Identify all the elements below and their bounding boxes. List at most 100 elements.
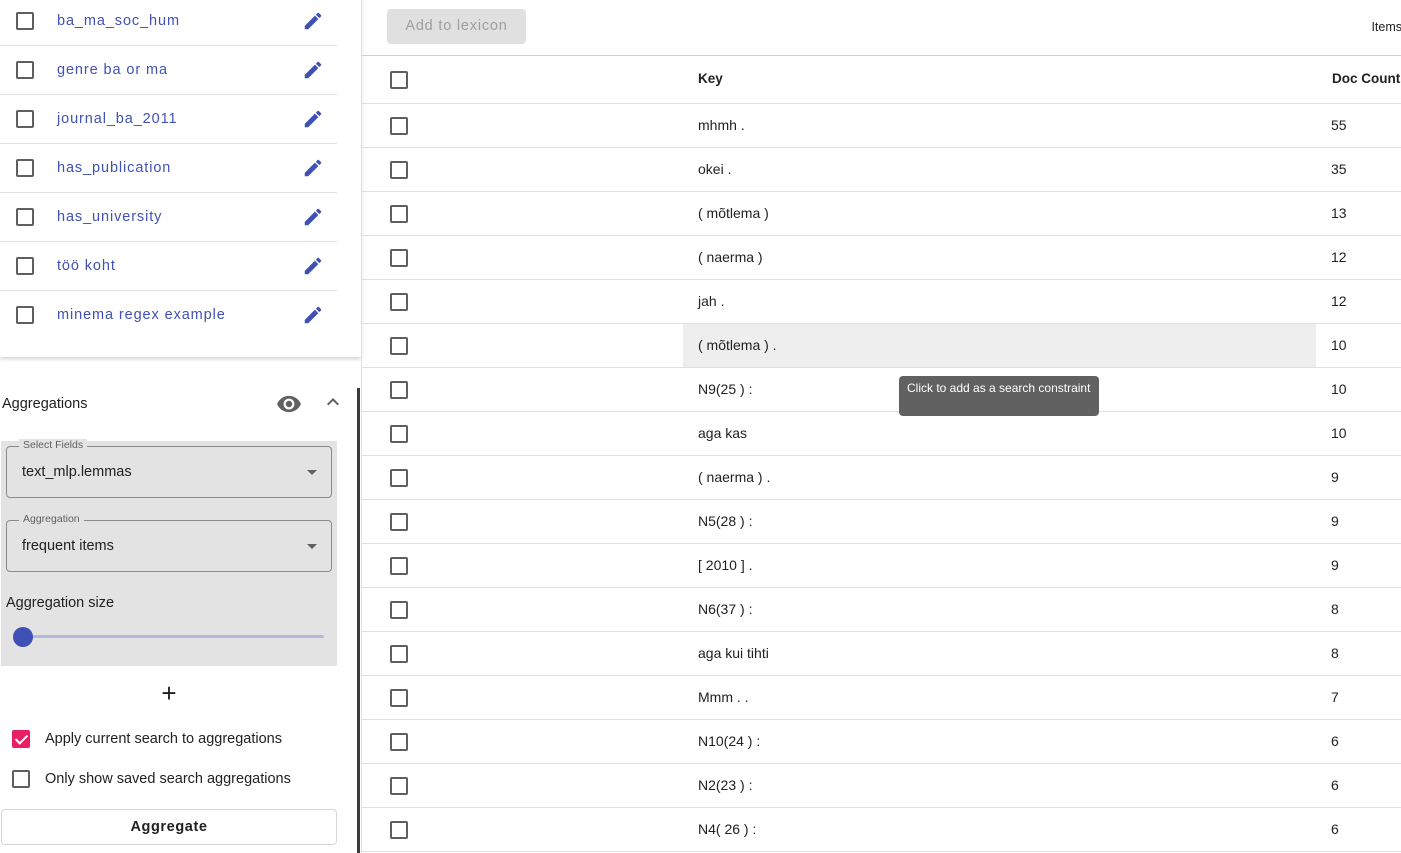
- row-checkbox[interactable]: [390, 513, 408, 531]
- key-cell[interactable]: ( naerma ) .: [683, 456, 1316, 499]
- row-checkbox[interactable]: [390, 645, 408, 663]
- edit-icon[interactable]: [302, 255, 324, 277]
- key-text[interactable]: ( mõtlema ) .: [698, 337, 777, 353]
- chevron-up-icon[interactable]: [321, 390, 345, 414]
- key-text[interactable]: Mmm . .: [698, 689, 749, 705]
- select-fields-dropdown[interactable]: Select Fields text_mlp.lemmas: [6, 439, 332, 498]
- add-aggregation-button[interactable]: +: [158, 680, 180, 706]
- key-cell[interactable]: [ 2010 ] .: [683, 544, 1316, 587]
- table-row[interactable]: N6(37 ) : 8: [362, 588, 1401, 632]
- row-checkbox[interactable]: [390, 601, 408, 619]
- saved-search-label[interactable]: minema regex example: [57, 307, 226, 323]
- aggregation-type-dropdown[interactable]: Aggregation frequent items: [6, 513, 332, 572]
- apply-current-search-label[interactable]: Apply current search to aggregations: [45, 731, 282, 747]
- row-checkbox[interactable]: [390, 777, 408, 795]
- key-text[interactable]: okei .: [698, 161, 731, 177]
- table-row[interactable]: mhmh . 55: [362, 104, 1401, 148]
- only-saved-search-checkbox[interactable]: [12, 770, 30, 788]
- only-saved-search-label[interactable]: Only show saved search aggregations: [45, 771, 291, 787]
- key-cell[interactable]: Mmm . .: [683, 676, 1316, 719]
- saved-search-checkbox[interactable]: [16, 257, 34, 275]
- column-header-key[interactable]: Key: [698, 71, 723, 86]
- table-row[interactable]: N2(23 ) : 6: [362, 764, 1401, 808]
- aggregation-type-value[interactable]: frequent items: [22, 538, 114, 554]
- edit-icon[interactable]: [302, 108, 324, 130]
- left-panel-scrollbar[interactable]: [357, 388, 360, 853]
- saved-search-checkbox[interactable]: [16, 61, 34, 79]
- table-row[interactable]: N5(28 ) : 9: [362, 500, 1401, 544]
- row-checkbox[interactable]: [390, 821, 408, 839]
- table-row[interactable]: ( naerma ) . 9: [362, 456, 1401, 500]
- key-text[interactable]: [ 2010 ] .: [698, 557, 752, 573]
- table-row[interactable]: [ 2010 ] . 9: [362, 544, 1401, 588]
- row-checkbox[interactable]: [390, 117, 408, 135]
- key-text[interactable]: jah .: [698, 293, 724, 309]
- key-text[interactable]: aga kas: [698, 425, 747, 441]
- key-cell[interactable]: N6(37 ) :: [683, 588, 1316, 631]
- key-cell[interactable]: aga kui tihti: [683, 632, 1316, 675]
- edit-icon[interactable]: [302, 157, 324, 179]
- saved-search-label[interactable]: has_publication: [57, 160, 171, 176]
- key-cell[interactable]: N2(23 ) :: [683, 764, 1316, 807]
- row-checkbox[interactable]: [390, 293, 408, 311]
- key-cell[interactable]: mhmh .: [683, 104, 1316, 147]
- aggregate-button[interactable]: Aggregate: [1, 809, 337, 845]
- row-checkbox[interactable]: [390, 337, 408, 355]
- key-text[interactable]: N10(24 ) :: [698, 733, 760, 749]
- table-row[interactable]: aga kui tihti 8: [362, 632, 1401, 676]
- row-checkbox[interactable]: [390, 733, 408, 751]
- saved-search-checkbox[interactable]: [16, 306, 34, 324]
- row-checkbox[interactable]: [390, 205, 408, 223]
- table-row[interactable]: okei . 35: [362, 148, 1401, 192]
- key-text[interactable]: ( naerma ) .: [698, 469, 770, 485]
- dropdown-arrow-icon[interactable]: [307, 544, 317, 549]
- row-checkbox[interactable]: [390, 557, 408, 575]
- aggregation-size-slider[interactable]: [17, 635, 324, 638]
- key-cell[interactable]: N4( 26 ) :: [683, 808, 1316, 851]
- row-checkbox[interactable]: [390, 381, 408, 399]
- table-row[interactable]: N9(25 ) : 10: [362, 368, 1401, 412]
- select-all-checkbox[interactable]: [390, 71, 408, 89]
- table-row[interactable]: N4( 26 ) : 6: [362, 808, 1401, 852]
- key-text[interactable]: mhmh .: [698, 117, 745, 133]
- table-row[interactable]: ( mõtlema ) 13: [362, 192, 1401, 236]
- saved-search-item[interactable]: journal_ba_2011: [0, 95, 337, 144]
- table-row[interactable]: N10(24 ) : 6: [362, 720, 1401, 764]
- saved-search-label[interactable]: has_university: [57, 209, 162, 225]
- apply-current-search-checkbox[interactable]: [12, 730, 30, 748]
- row-checkbox[interactable]: [390, 161, 408, 179]
- key-text[interactable]: ( mõtlema ): [698, 205, 769, 221]
- edit-icon[interactable]: [302, 304, 324, 326]
- key-cell[interactable]: ( naerma ): [683, 236, 1316, 279]
- key-cell[interactable]: N5(28 ) :: [683, 500, 1316, 543]
- key-cell[interactable]: N10(24 ) :: [683, 720, 1316, 763]
- eye-icon[interactable]: [276, 391, 302, 417]
- select-fields-value[interactable]: text_mlp.lemmas: [22, 464, 132, 480]
- table-row[interactable]: jah . 12: [362, 280, 1401, 324]
- edit-icon[interactable]: [302, 59, 324, 81]
- saved-search-label[interactable]: genre ba or ma: [57, 62, 168, 78]
- edit-icon[interactable]: [302, 206, 324, 228]
- key-text[interactable]: aga kui tihti: [698, 645, 769, 661]
- saved-search-item[interactable]: genre ba or ma: [0, 46, 337, 95]
- key-text[interactable]: ( naerma ): [698, 249, 763, 265]
- column-header-doc-count[interactable]: Doc Count: [1332, 71, 1400, 86]
- row-checkbox[interactable]: [390, 689, 408, 707]
- table-row[interactable]: aga kas 10: [362, 412, 1401, 456]
- key-text[interactable]: N5(28 ) :: [698, 513, 752, 529]
- saved-search-label[interactable]: töö koht: [57, 258, 116, 274]
- key-text[interactable]: N6(37 ) :: [698, 601, 752, 617]
- key-cell[interactable]: aga kas: [683, 412, 1316, 455]
- row-checkbox[interactable]: [390, 249, 408, 267]
- key-text[interactable]: N4( 26 ) :: [698, 821, 756, 837]
- saved-search-item[interactable]: has_university: [0, 193, 337, 242]
- saved-search-label[interactable]: journal_ba_2011: [57, 111, 177, 127]
- key-text[interactable]: N2(23 ) :: [698, 777, 752, 793]
- table-row[interactable]: Mmm . . 7: [362, 676, 1401, 720]
- key-cell[interactable]: ( mõtlema ) .: [683, 324, 1316, 367]
- key-text[interactable]: N9(25 ) :: [698, 381, 752, 397]
- add-to-lexicon-button[interactable]: Add to lexicon: [387, 9, 526, 44]
- saved-search-label[interactable]: ba_ma_soc_hum: [57, 13, 180, 29]
- saved-search-item[interactable]: töö koht: [0, 242, 337, 291]
- saved-search-checkbox[interactable]: [16, 208, 34, 226]
